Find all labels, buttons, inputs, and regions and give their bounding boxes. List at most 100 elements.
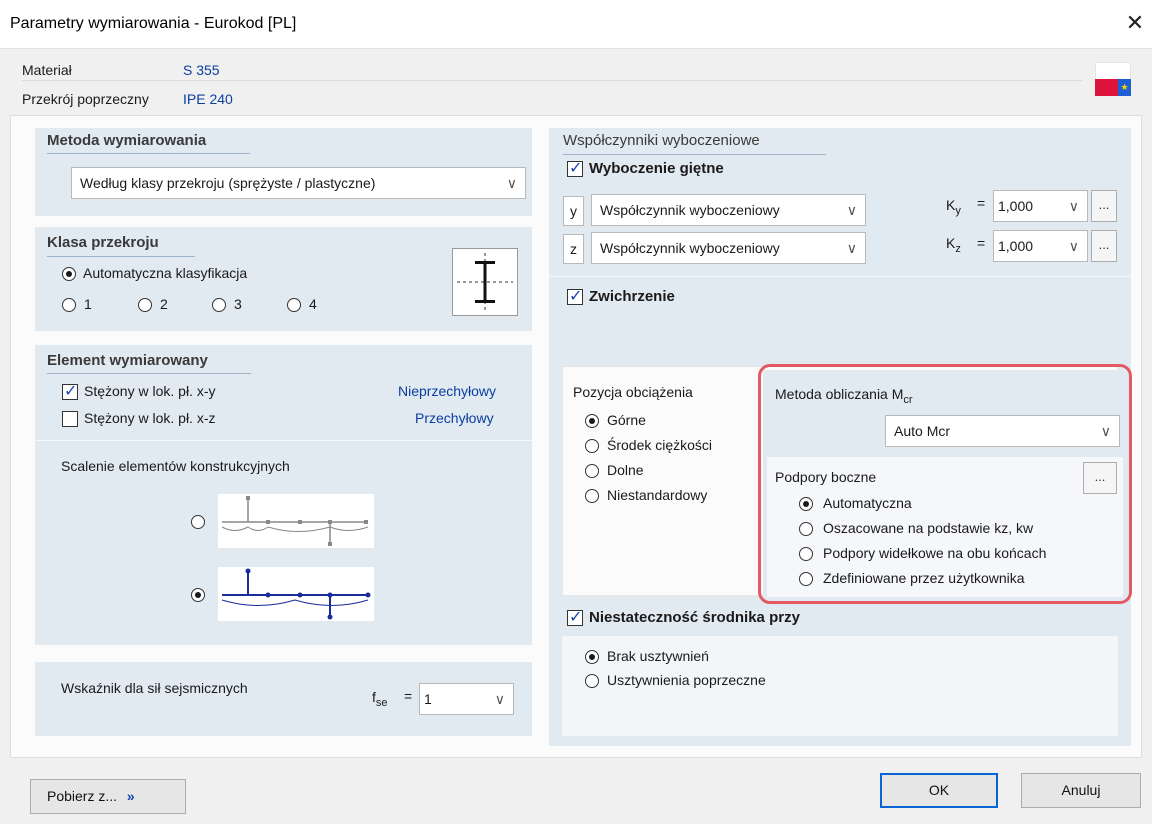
method-title: Metoda wymiarowania <box>47 132 207 149</box>
buckling-divider <box>549 276 1131 277</box>
chevron-down-icon: ∨ <box>1068 238 1079 254</box>
load-custom-label: Niestandardowy <box>607 487 708 503</box>
double-chevron-right-icon: » <box>126 788 135 804</box>
import-button[interactable]: Pobierz z... » <box>30 779 186 814</box>
section-value: IPE 240 <box>183 91 233 107</box>
close-icon[interactable]: ✕ <box>1122 10 1148 36</box>
y-coefficient-combo-value: Współczynnik wyboczeniowy <box>600 202 780 218</box>
web-none-label: Brak usztywnień <box>607 648 709 664</box>
support-estimated-label: Oszacowane na podstawie kz, kw <box>823 520 1034 536</box>
seismic-label: Wskaźnik dla sił sejsmicznych <box>61 680 248 696</box>
cancel-button[interactable]: Anuluj <box>1021 773 1141 808</box>
element-title-underline <box>47 373 251 374</box>
i-section-icon <box>452 248 518 316</box>
class-3-radio[interactable] <box>212 298 226 312</box>
buckling-title: Współczynniki wyboczeniowe <box>563 132 760 149</box>
element-divider <box>35 440 532 441</box>
load-centroid-radio[interactable] <box>585 439 599 453</box>
method-title-underline <box>47 153 250 154</box>
load-custom-radio[interactable] <box>585 489 599 503</box>
support-fork-radio[interactable] <box>799 547 813 561</box>
ky-more-button[interactable]: ... <box>1091 190 1117 222</box>
web-label: Niestateczność środnika przy <box>589 609 800 626</box>
mcr-combo-value: Auto Mcr <box>894 423 951 439</box>
braced-xz-status: Przechyłowy <box>415 410 494 426</box>
kz-more-button[interactable]: ... <box>1091 230 1117 262</box>
chevron-down-icon: ∨ <box>846 202 857 218</box>
seismic-combo[interactable]: 1 ∨ <box>419 683 514 715</box>
seismic-eq: = <box>404 688 413 704</box>
braced-xy-checkbox[interactable] <box>62 381 78 401</box>
flexural-checkbox[interactable] <box>567 158 583 178</box>
merge-label: Scalenie elementów konstrukcyjnych <box>61 458 290 474</box>
web-transverse-label: Usztywnienia poprzeczne <box>607 672 766 688</box>
section-label: Przekrój poprzeczny <box>22 91 149 107</box>
merge-option-2-diagram <box>218 567 374 621</box>
ok-button[interactable]: OK <box>880 773 998 808</box>
title-bar: Parametry wymiarowania - Eurokod [PL] ✕ <box>0 0 1152 48</box>
z-axis-label: z <box>563 234 584 264</box>
seismic-symbol: fse <box>372 689 388 709</box>
class-1-label: 1 <box>84 296 92 312</box>
ky-value: 1,000 <box>998 198 1034 214</box>
window-title: Parametry wymiarowania - Eurokod [PL] <box>10 15 297 32</box>
material-label: Materiał <box>22 62 72 78</box>
kz-eq: = <box>977 235 986 251</box>
y-axis-label: y <box>563 196 584 226</box>
y-coefficient-combo[interactable]: Współczynnik wyboczeniowy ∨ <box>591 194 866 226</box>
supports-title: Podpory boczne <box>775 469 877 485</box>
kz-combo[interactable]: 1,000 ∨ <box>993 230 1088 262</box>
auto-class-radio[interactable] <box>62 267 76 281</box>
ky-eq: = <box>977 195 986 211</box>
ky-combo[interactable]: 1,000 ∨ <box>993 190 1088 222</box>
material-value: S 355 <box>183 62 220 78</box>
buckling-title-underline <box>563 154 826 155</box>
load-top-radio[interactable] <box>585 414 599 428</box>
element-title: Element wymiarowany <box>47 352 208 369</box>
braced-xy-status: Nieprzechyłowy <box>398 383 497 399</box>
method-combo-value: Według klasy przekroju (sprężyste / plas… <box>80 175 376 191</box>
z-coefficient-combo[interactable]: Współczynnik wyboczeniowy ∨ <box>591 232 866 264</box>
web-none-radio[interactable] <box>585 650 599 664</box>
cross-class-title: Klasa przekroju <box>47 234 159 251</box>
support-user-radio[interactable] <box>799 572 813 586</box>
lateral-checkbox[interactable] <box>567 286 583 306</box>
load-top-label: Górne <box>607 412 646 428</box>
method-combo[interactable]: Według klasy przekroju (sprężyste / plas… <box>71 167 526 199</box>
merge-option-1-radio[interactable] <box>191 515 205 529</box>
braced-xy-label: Stężony w lok. pł. x-y <box>84 383 216 399</box>
support-auto-label: Automatyczna <box>823 495 912 511</box>
auto-class-label: Automatyczna klasyfikacja <box>83 265 248 281</box>
import-button-label: Pobierz z... <box>47 788 118 804</box>
merge-option-1-diagram <box>218 494 374 548</box>
class-4-radio[interactable] <box>287 298 301 312</box>
seismic-combo-value: 1 <box>424 691 432 707</box>
mcr-title: Metoda obliczania Mcr <box>775 386 913 406</box>
support-auto-radio[interactable] <box>799 497 813 511</box>
merge-option-2-radio[interactable] <box>191 588 205 602</box>
cross-class-title-underline <box>47 256 195 257</box>
chevron-down-icon: ∨ <box>494 691 505 707</box>
web-transverse-radio[interactable] <box>585 674 599 688</box>
web-checkbox[interactable] <box>567 607 583 627</box>
lateral-label: Zwichrzenie <box>589 288 675 305</box>
class-2-radio[interactable] <box>138 298 152 312</box>
flexural-label: Wyboczenie giętne <box>589 160 724 177</box>
support-estimated-radio[interactable] <box>799 522 813 536</box>
load-bottom-label: Dolne <box>607 462 644 478</box>
class-2-label: 2 <box>160 296 168 312</box>
load-position-title: Pozycja obciążenia <box>573 384 693 400</box>
support-user-label: Zdefiniowane przez użytkownika <box>823 570 1025 586</box>
z-coefficient-combo-value: Współczynnik wyboczeniowy <box>600 240 780 256</box>
chevron-down-icon: ∨ <box>1100 423 1111 439</box>
class-1-radio[interactable] <box>62 298 76 312</box>
braced-xz-checkbox[interactable] <box>62 411 78 427</box>
mcr-combo[interactable]: Auto Mcr ∨ <box>885 415 1120 447</box>
supports-more-button[interactable]: ... <box>1083 462 1117 494</box>
kz-symbol: Kz <box>946 235 961 255</box>
header-divider <box>22 80 1082 81</box>
chevron-down-icon: ∨ <box>506 175 517 191</box>
braced-xz-label: Stężony w lok. pł. x-z <box>84 410 216 426</box>
class-4-label: 4 <box>309 296 317 312</box>
load-bottom-radio[interactable] <box>585 464 599 478</box>
